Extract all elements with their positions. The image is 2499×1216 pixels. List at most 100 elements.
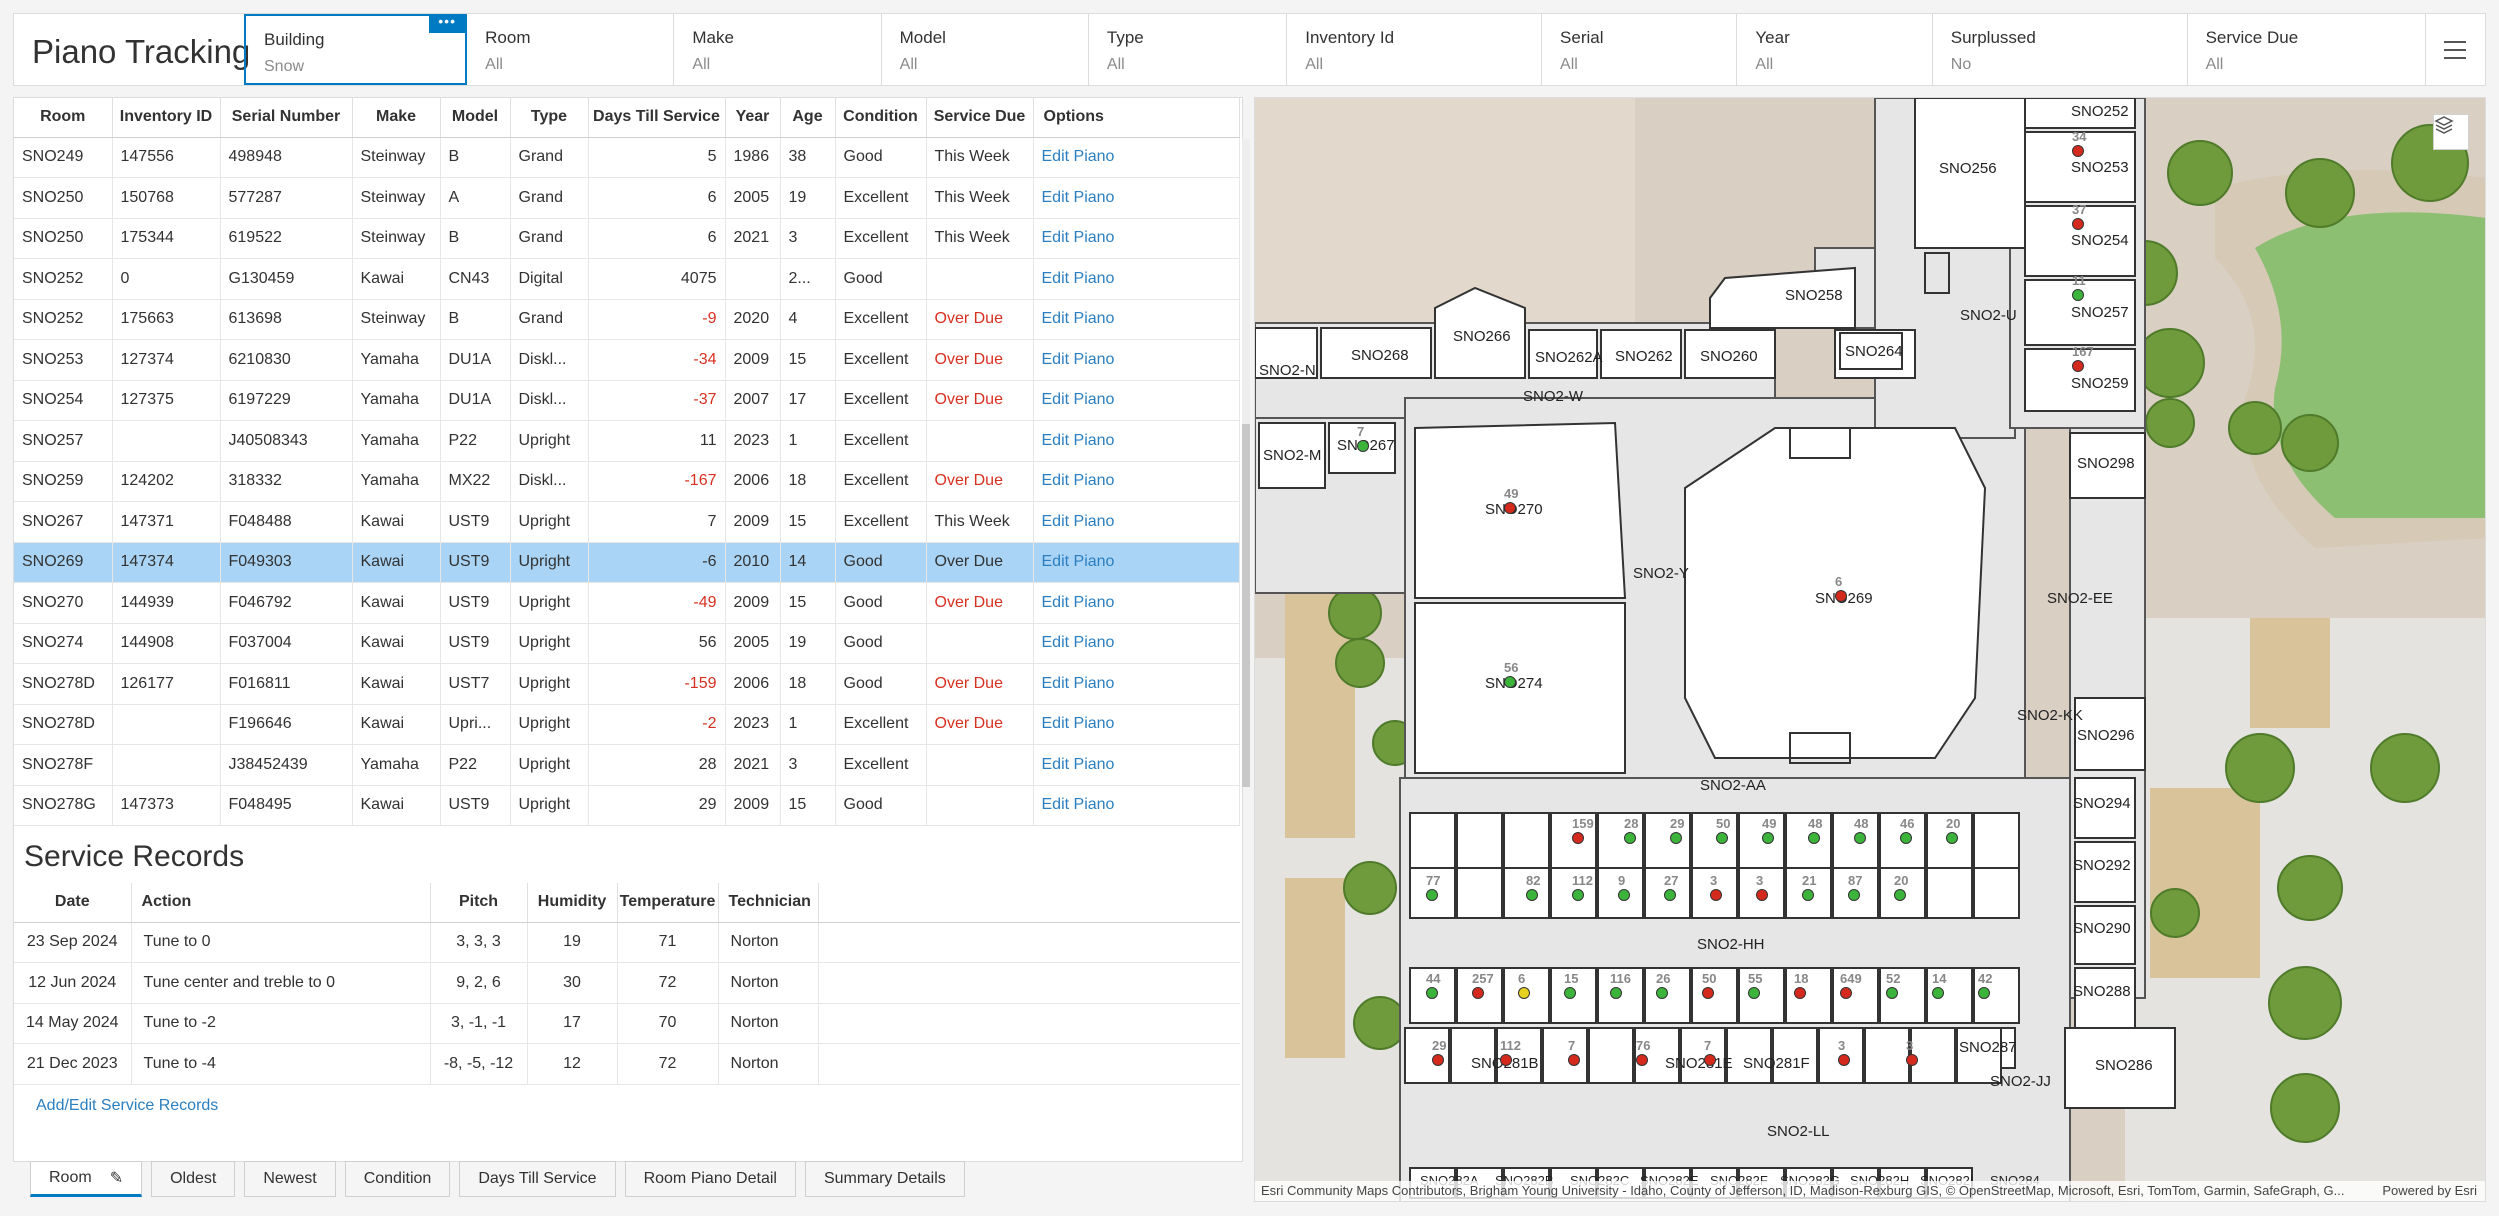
edit-piano-link[interactable]: Edit Piano	[1033, 137, 1240, 178]
table-row[interactable]: SNO250 150768 577287 Steinway A Grand 6 2005 19 E…	[14, 177, 1240, 219]
piano-marker[interactable]	[1564, 987, 1576, 999]
table-row[interactable]: SNO253 127374 6210830 Yamaha DU1A Diskl... -34…	[14, 339, 1240, 381]
table-row[interactable]: SNO259 124202 318332 Yamaha MX22 Diskl... -167…	[14, 461, 1240, 502]
edit-piano-link[interactable]: Edit Piano	[1033, 218, 1240, 259]
edit-piano-link[interactable]: Edit Piano	[1033, 501, 1240, 543]
column-header[interactable]: Model	[440, 98, 511, 138]
piano-marker[interactable]	[1504, 502, 1516, 514]
piano-marker[interactable]	[1636, 1054, 1648, 1066]
layers-icon[interactable]	[2433, 114, 2469, 150]
floor-plan-svg[interactable]: SNO252 SNO256 SNO253 SNO254 SNO257 SNO259 SNO2…	[1255, 98, 2486, 1202]
table-row[interactable]: SNO278F J38452439 Yamaha P22 Upright 28 2021 3 E…	[14, 744, 1240, 786]
piano-marker[interactable]	[1946, 832, 1958, 844]
column-header[interactable]: Date	[14, 883, 132, 923]
piano-marker[interactable]	[1518, 987, 1530, 999]
filter-building[interactable]: ••• Building Snow	[244, 14, 468, 85]
piano-marker[interactable]	[1572, 832, 1584, 844]
filter-make[interactable]: Make All	[674, 14, 882, 85]
column-header[interactable]: Inventory ID	[112, 98, 221, 138]
piano-marker[interactable]	[1906, 1054, 1918, 1066]
column-header[interactable]: Type	[510, 98, 589, 138]
piano-marker[interactable]	[1568, 1054, 1580, 1066]
piano-marker[interactable]	[1894, 889, 1906, 901]
column-header[interactable]: Pitch	[430, 883, 528, 923]
edit-piano-link[interactable]: Edit Piano	[1033, 299, 1240, 340]
edit-piano-link[interactable]: Edit Piano	[1033, 663, 1240, 705]
piano-marker[interactable]	[1702, 987, 1714, 999]
column-header[interactable]: Humidity	[527, 883, 618, 923]
column-header[interactable]: Days Till Service	[588, 98, 726, 138]
table-scrollbar[interactable]	[1242, 139, 1250, 787]
piano-marker[interactable]	[1432, 1054, 1444, 1066]
edit-piano-link[interactable]: Edit Piano	[1033, 177, 1240, 219]
piano-marker[interactable]	[2072, 218, 2084, 230]
piano-marker[interactable]	[1716, 832, 1728, 844]
piano-marker[interactable]	[1357, 440, 1369, 452]
filter-model[interactable]: Model All	[882, 14, 1089, 85]
piano-marker[interactable]	[1710, 889, 1722, 901]
edit-piano-link[interactable]: Edit Piano	[1033, 785, 1240, 826]
piano-marker[interactable]	[1656, 987, 1668, 999]
column-header[interactable]: Service Due	[926, 98, 1034, 138]
table-row[interactable]: SNO278D 126177 F016811 Kawai UST7 Upright -159…	[14, 663, 1240, 705]
column-header[interactable]: Condition	[835, 98, 927, 138]
table-row[interactable]: SNO269 147374 F049303 Kawai UST9 Upright -6 201…	[14, 542, 1240, 583]
tab-summary-details[interactable]: Summary Details	[804, 1161, 965, 1197]
table-row[interactable]: SNO250 175344 619522 Steinway B Grand 6 2021 3 Ex…	[14, 218, 1240, 259]
column-header[interactable]: Serial Number	[220, 98, 353, 138]
tab-condition[interactable]: Condition	[344, 1161, 451, 1197]
piano-marker[interactable]	[1500, 1054, 1512, 1066]
piano-marker[interactable]	[1840, 987, 1852, 999]
piano-marker[interactable]	[1664, 889, 1676, 901]
tab-room[interactable]: Room ✎	[30, 1161, 143, 1197]
filter-type[interactable]: Type All	[1089, 14, 1288, 85]
piano-marker[interactable]	[1610, 987, 1622, 999]
column-header[interactable]: Year	[725, 98, 781, 138]
table-row[interactable]: 12 Jun 2024 Tune center and treble to 0 9,…	[14, 962, 1240, 1004]
table-row[interactable]: SNO278D F196646 Kawai Upri... Upright -2 2023 1…	[14, 704, 1240, 745]
table-row[interactable]: SNO267 147371 F048488 Kawai UST9 Upright 7 2009…	[14, 501, 1240, 543]
edit-piano-link[interactable]: Edit Piano	[1033, 582, 1240, 624]
column-header[interactable]: Options	[1033, 98, 1240, 138]
column-header[interactable]: Age	[780, 98, 836, 138]
piano-marker[interactable]	[1670, 832, 1682, 844]
tab-room-piano-detail[interactable]: Room Piano Detail	[624, 1161, 796, 1197]
filter-surplussed[interactable]: Surplussed No	[1933, 14, 2188, 85]
filter-serial[interactable]: Serial All	[1542, 14, 1738, 85]
table-row[interactable]: SNO257 J40508343 Yamaha P22 Upright 11 2023 1 Ex…	[14, 420, 1240, 462]
table-row[interactable]: SNO252 175663 613698 Steinway B Grand -9 2020 4 E…	[14, 299, 1240, 340]
filter-service-due[interactable]: Service Due All	[2188, 14, 2426, 85]
table-row[interactable]: 14 May 2024 Tune to -2 3, -1, -1 17 70 Norton	[14, 1003, 1240, 1044]
filter-room[interactable]: Room All	[467, 14, 675, 85]
table-row[interactable]: SNO274 144908 F037004 Kawai UST9 Upright 56 200…	[14, 623, 1240, 664]
piano-marker[interactable]	[1808, 832, 1820, 844]
edit-piano-link[interactable]: Edit Piano	[1033, 461, 1240, 502]
column-header[interactable]: Make	[352, 98, 441, 138]
piano-marker[interactable]	[1932, 987, 1944, 999]
piano-marker[interactable]	[1704, 1054, 1716, 1066]
floor-plan-map[interactable]: SNO252 SNO256 SNO253 SNO254 SNO257 SNO259 SNO2…	[1254, 97, 2486, 1202]
edit-piano-link[interactable]: Edit Piano	[1033, 258, 1240, 300]
edit-piano-link[interactable]: Edit Piano	[1033, 339, 1240, 381]
piano-marker[interactable]	[1504, 676, 1516, 688]
piano-marker[interactable]	[1978, 987, 1990, 999]
filter-year[interactable]: Year All	[1737, 14, 1933, 85]
tab-days-till-service[interactable]: Days Till Service	[459, 1161, 616, 1197]
piano-marker[interactable]	[1794, 987, 1806, 999]
edit-piano-link[interactable]: Edit Piano	[1033, 542, 1240, 583]
filter-inventory-id[interactable]: Inventory Id All	[1287, 14, 1543, 85]
column-header[interactable]: Room	[14, 98, 113, 138]
piano-marker[interactable]	[2072, 145, 2084, 157]
tab-newest[interactable]: Newest	[244, 1161, 336, 1197]
powered-by-esri[interactable]: Powered by Esri	[2382, 1183, 2477, 1198]
piano-marker[interactable]	[1848, 889, 1860, 901]
table-row[interactable]: SNO254 127375 6197229 Yamaha DU1A Diskl... -37…	[14, 380, 1240, 421]
table-row[interactable]: 23 Sep 2024 Tune to 0 3, 3, 3 19 71 Norton	[14, 922, 1240, 963]
piano-marker[interactable]	[1624, 832, 1636, 844]
piano-marker[interactable]	[1526, 889, 1538, 901]
piano-marker[interactable]	[2072, 360, 2084, 372]
table-row[interactable]: SNO249 147556 498948 Steinway B Grand 5 1986 38 G…	[14, 137, 1240, 178]
piano-marker[interactable]	[1426, 889, 1438, 901]
tab-oldest[interactable]: Oldest	[151, 1161, 236, 1197]
piano-marker[interactable]	[1838, 1054, 1850, 1066]
